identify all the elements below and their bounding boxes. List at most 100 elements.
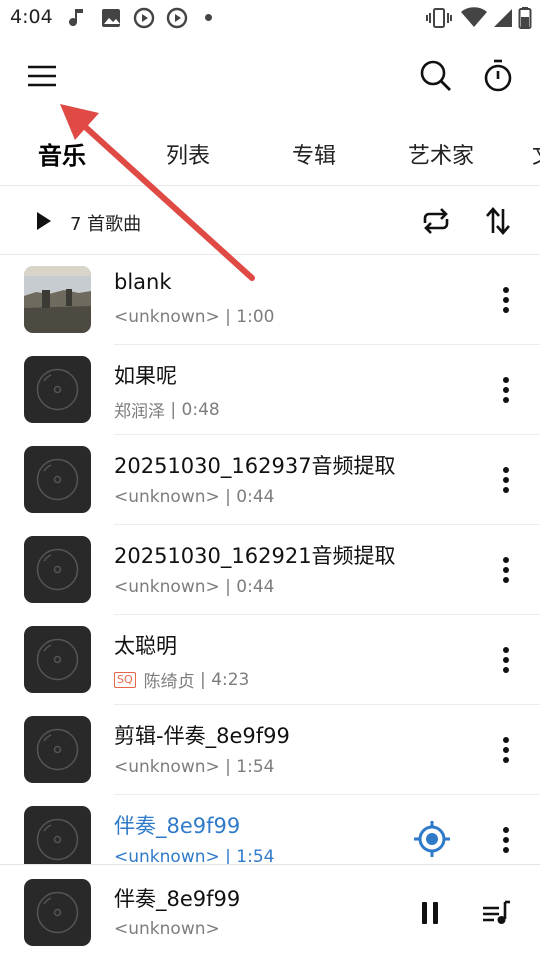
- more-options-button[interactable]: [496, 465, 516, 495]
- pause-button[interactable]: [410, 893, 450, 933]
- song-duration: 0:44: [236, 577, 275, 597]
- tab-albums[interactable]: 专辑: [292, 138, 336, 170]
- song-subtitle: 郑润泽 | 0:48: [114, 397, 220, 423]
- song-separator: |: [194, 669, 212, 690]
- song-title: 20251030_162937音频提取: [114, 454, 396, 478]
- song-list-header: 7 首歌曲: [0, 187, 540, 255]
- more-options-button[interactable]: [496, 375, 516, 405]
- locate-target-icon: [414, 821, 450, 857]
- song-count: 7 首歌曲: [70, 214, 142, 235]
- song-row[interactable]: 如果呢 郑润泽 | 0:48: [0, 345, 540, 435]
- disc-cover-icon: [24, 879, 91, 946]
- disc-cover-icon: [24, 626, 91, 693]
- now-playing-title: 伴奏_8e9f99: [114, 887, 241, 911]
- more-options-button[interactable]: [496, 735, 516, 765]
- song-row[interactable]: blank <unknown> | 1:00: [0, 255, 540, 345]
- song-row[interactable]: 20251030_162921音频提取 <unknown> | 0:44: [0, 525, 540, 615]
- tab-music[interactable]: 音乐: [38, 136, 86, 171]
- menu-button[interactable]: [20, 54, 64, 98]
- more-options-button[interactable]: [496, 555, 516, 585]
- song-row-now-playing[interactable]: 伴奏_8e9f99 <unknown> | 1:54: [0, 795, 540, 864]
- song-subtitle: <unknown> | 0:44: [114, 577, 274, 597]
- repeat-icon: [423, 208, 449, 234]
- status-bar: 4:04: [0, 0, 540, 36]
- more-vertical-icon: [503, 737, 509, 763]
- song-artist: 郑润泽: [114, 402, 165, 422]
- song-title: 如果呢: [114, 364, 177, 388]
- song-artist: <unknown>: [114, 757, 220, 777]
- song-duration: 1:54: [236, 757, 275, 777]
- song-subtitle: <unknown> | 0:44: [114, 487, 274, 507]
- signal-icon: [492, 6, 514, 34]
- song-title: 伴奏_8e9f99: [114, 814, 241, 838]
- song-separator: |: [219, 847, 237, 864]
- song-subtitle: <unknown> | 1:00: [114, 307, 274, 327]
- song-separator: |: [219, 577, 237, 597]
- locate-current-button[interactable]: [412, 819, 452, 859]
- vibrate-icon: [426, 6, 452, 34]
- song-row[interactable]: 20251030_162937音频提取 <unknown> | 0:44: [0, 435, 540, 525]
- song-duration: 0:44: [236, 487, 275, 507]
- search-button[interactable]: [414, 54, 458, 98]
- more-vertical-icon: [503, 467, 509, 493]
- tab-folders[interactable]: 文: [532, 138, 540, 170]
- song-title: 剪辑-伴奏_8e9f99: [114, 724, 290, 748]
- song-artist: <unknown>: [114, 487, 220, 507]
- song-duration: 0:48: [181, 399, 220, 420]
- song-row[interactable]: 太聪明 SQ 陈绮贞 | 4:23: [0, 615, 540, 705]
- more-vertical-icon: [503, 827, 509, 853]
- play-icon: [37, 212, 51, 230]
- more-vertical-icon: [503, 557, 509, 583]
- song-artist: <unknown>: [114, 307, 220, 327]
- app-bar: [0, 36, 540, 116]
- status-time: 4:04: [10, 6, 53, 28]
- pause-icon: [422, 902, 438, 924]
- song-title: 太聪明: [114, 634, 177, 658]
- more-options-button[interactable]: [496, 645, 516, 675]
- song-duration: 1:54: [236, 847, 275, 864]
- music-note-icon: [68, 6, 88, 34]
- disc-cover-icon: [24, 536, 91, 603]
- timer-icon: [484, 59, 512, 92]
- song-separator: |: [219, 757, 237, 777]
- song-artist: <unknown>: [114, 577, 220, 597]
- disc-cover-icon: [24, 446, 91, 513]
- notification-dot: [205, 14, 212, 21]
- song-separator: |: [219, 487, 237, 507]
- disc-cover-icon: [24, 716, 91, 783]
- song-row[interactable]: 剪辑-伴奏_8e9f99 <unknown> | 1:54: [0, 705, 540, 795]
- now-playing-artist: <unknown>: [114, 919, 220, 939]
- more-vertical-icon: [503, 647, 509, 673]
- song-duration: 4:23: [211, 669, 250, 690]
- wifi-icon: [460, 6, 488, 34]
- play-circle-icon: [165, 6, 189, 34]
- song-subtitle: <unknown> | 1:54: [114, 757, 274, 777]
- song-artist: <unknown>: [114, 847, 220, 864]
- disc-cover-icon: [24, 356, 91, 423]
- song-title: blank: [114, 270, 172, 294]
- search-icon: [420, 60, 451, 91]
- song-list[interactable]: blank <unknown> | 1:00 如果呢 郑润泽 | 0:48 20…: [0, 255, 540, 864]
- tab-playlists[interactable]: 列表: [166, 138, 210, 170]
- sq-quality-badge: SQ: [114, 671, 136, 688]
- song-duration: 1:00: [236, 307, 275, 327]
- tab-bar: 音乐 列表 专辑 艺术家 文: [0, 120, 540, 186]
- mini-player[interactable]: 伴奏_8e9f99 <unknown>: [0, 864, 540, 960]
- play-all-button[interactable]: [26, 204, 60, 238]
- battery-icon: [518, 6, 532, 34]
- queue-icon: [483, 900, 510, 924]
- play-queue-button[interactable]: [476, 893, 516, 933]
- image-icon: [100, 6, 122, 34]
- album-art: [24, 266, 91, 333]
- more-options-button[interactable]: [496, 285, 516, 315]
- tab-artists[interactable]: 艺术家: [408, 138, 474, 170]
- play-circle-icon: [132, 6, 156, 34]
- song-subtitle: SQ 陈绮贞 | 4:23: [114, 667, 249, 692]
- sort-button[interactable]: [478, 201, 518, 241]
- sort-icon: [486, 207, 510, 235]
- repeat-mode-button[interactable]: [414, 201, 458, 241]
- menu-icon: [28, 65, 56, 87]
- song-subtitle: <unknown> | 1:54: [114, 847, 274, 864]
- sleep-timer-button[interactable]: [476, 54, 520, 98]
- more-options-button[interactable]: [496, 825, 516, 855]
